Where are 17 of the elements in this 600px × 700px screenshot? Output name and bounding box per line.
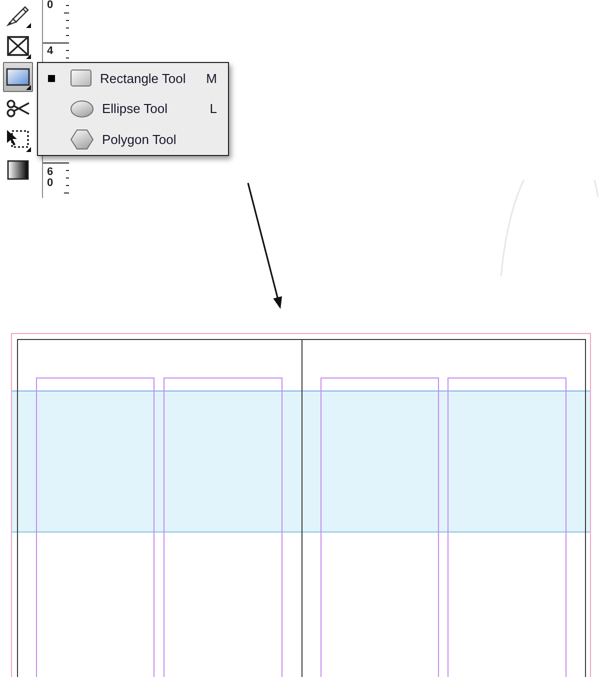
dotted-selection-icon [6,128,30,150]
scissors-icon [6,98,30,118]
ellipse-icon [70,100,94,118]
tool-button[interactable] [3,62,33,92]
rectangle-icon [6,68,30,86]
shortcut-key: M [206,68,217,88]
hexagon-icon [70,128,94,150]
ruler-number: 0 [47,0,54,11]
gradient-swatch-icon [7,160,29,180]
menu-item[interactable]: Ellipse Tool L [38,94,228,124]
menu-item[interactable]: Polygon Tool [38,124,228,154]
ruler-number: 4 [47,46,54,57]
rounded-square-icon [70,69,92,88]
ruler-number: 60 [47,167,54,189]
shortcut-key: L [210,99,217,118]
crossed-frame-icon [7,36,29,56]
menu-item[interactable]: Rectangle Tool M [38,63,228,94]
